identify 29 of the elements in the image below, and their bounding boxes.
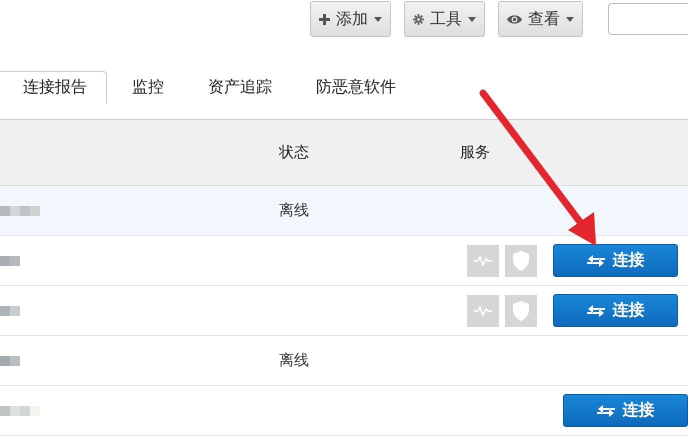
connect-button[interactable]: 连接 (563, 394, 688, 427)
swap-arrows-icon (596, 404, 614, 416)
shield-icon[interactable] (505, 244, 537, 276)
search-field[interactable] (608, 3, 688, 35)
swap-arrows-icon (586, 304, 604, 316)
shield-icon[interactable] (505, 294, 537, 326)
status-text: 离线 (279, 351, 309, 370)
activity-icon[interactable] (467, 294, 499, 326)
caret-icon (374, 16, 382, 22)
status-text: 离线 (279, 201, 309, 220)
column-header: 服务 (460, 143, 491, 162)
tab[interactable]: 资产追踪 (183, 71, 291, 103)
gear-icon (413, 14, 424, 24)
connect-button[interactable]: 连接 (553, 244, 678, 277)
tab[interactable]: 防恶意软件 (291, 71, 415, 103)
toolbar-button[interactable]: 工具 (404, 1, 485, 37)
connect-button[interactable]: 连接 (553, 294, 678, 327)
tab[interactable]: 监控 (107, 71, 183, 103)
toolbar-button[interactable]: 查看 (498, 1, 583, 37)
plus-icon (319, 14, 330, 24)
column-header: 状态 (279, 143, 310, 162)
toolbar-button[interactable]: 添加 (310, 1, 391, 37)
caret-icon (468, 16, 476, 22)
swap-arrows-icon (586, 254, 604, 266)
eye-icon (507, 14, 522, 24)
table-row[interactable]: 离线 (0, 186, 688, 236)
activity-icon[interactable] (467, 244, 499, 276)
tab[interactable]: 连接报告 (0, 71, 107, 103)
caret-icon (566, 16, 574, 22)
